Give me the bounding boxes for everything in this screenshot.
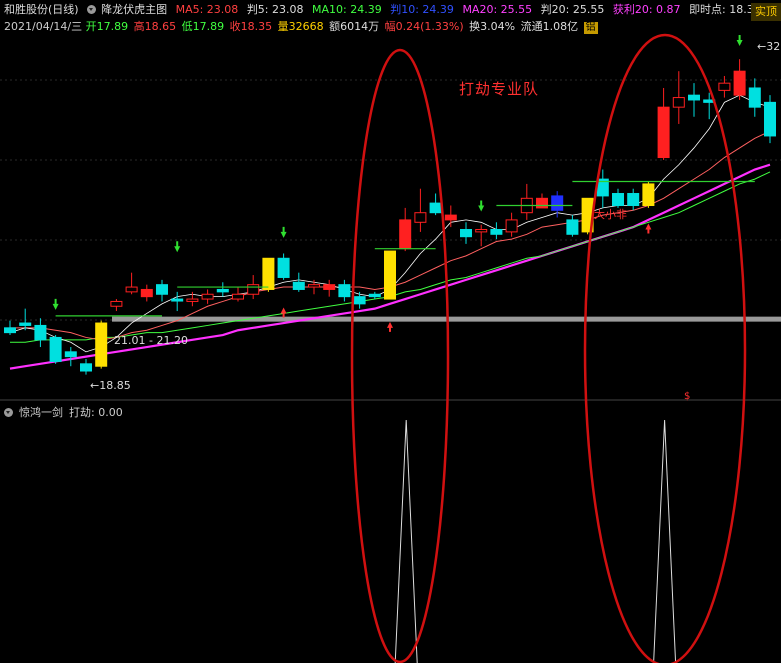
candle-body (216, 288, 229, 293)
candle-body (338, 284, 351, 298)
highlight-ellipse (350, 48, 450, 663)
ma5-line (9, 94, 771, 353)
candle-body (49, 336, 62, 362)
sell-arrow-icon (280, 307, 287, 318)
candle-body (277, 257, 290, 278)
candle-body (657, 106, 670, 159)
candle-body (4, 327, 16, 334)
candle-body (414, 212, 427, 223)
candle-body (95, 322, 108, 367)
candle-body (125, 286, 138, 293)
candle-body (612, 193, 624, 207)
candle-body (764, 101, 776, 137)
candle-body (551, 195, 564, 211)
candle-body (110, 300, 123, 307)
candle-body (475, 228, 488, 233)
candle-body (505, 219, 518, 233)
candle-body (460, 228, 472, 238)
candle-body (642, 183, 655, 207)
candle-body (444, 214, 457, 221)
candle-body (247, 284, 260, 295)
candle-body (627, 193, 640, 207)
high-label: ←32 (757, 40, 781, 53)
candle-body (232, 293, 244, 300)
title-red-label: 打劫专业队 (459, 80, 540, 98)
candle-body (536, 197, 548, 209)
dollar-mark: $ (684, 391, 691, 402)
candle-body (429, 202, 442, 214)
price-chart[interactable] (0, 0, 781, 663)
candle-body (399, 219, 412, 250)
candle-body (201, 293, 214, 300)
buy-arrow-icon (52, 298, 59, 310)
candle-body (748, 87, 761, 108)
candle-body (323, 284, 336, 290)
range-label: 21.01 - 21.20 (114, 334, 188, 347)
candle-body (353, 296, 366, 305)
buy-arrow-icon (478, 200, 485, 212)
candle-body (171, 298, 184, 302)
candle-body (368, 293, 381, 298)
candle-body (34, 324, 47, 341)
candle-body (80, 363, 92, 372)
candle-body (292, 281, 305, 290)
sub-indicator-name[interactable]: 惊鸿一剑 (19, 406, 63, 419)
candle-body (688, 94, 700, 101)
candle-body (308, 284, 320, 288)
sub-indicator-value: 打劫: 0.00 (69, 406, 123, 419)
buy-arrow-icon (174, 241, 181, 253)
candle-body (384, 250, 396, 300)
sub-indicator-menu-icon[interactable] (4, 407, 13, 417)
sub-panel-header: 惊鸿一剑 打劫: 0.00 (4, 404, 129, 420)
candle-body (490, 228, 503, 235)
buy-arrow-icon (280, 226, 287, 238)
buy-arrow-icon (736, 34, 743, 46)
sell-arrow-icon (387, 321, 393, 332)
candle-body (672, 97, 685, 108)
spike-line (394, 419, 418, 663)
candle-body (733, 70, 746, 96)
low-label: ←18.85 (90, 379, 131, 392)
candle-body (156, 284, 168, 295)
candle-body (262, 257, 275, 290)
ma10-line (10, 130, 771, 341)
sell-arrow-icon (645, 223, 652, 234)
candle-body (140, 288, 153, 298)
spike-line (653, 419, 677, 663)
candle-body (566, 219, 579, 235)
candle-body (19, 322, 32, 326)
small-label: 大小非 (594, 208, 627, 221)
candle-body (718, 82, 731, 91)
candle-body (186, 298, 199, 302)
candle-body (64, 351, 77, 358)
